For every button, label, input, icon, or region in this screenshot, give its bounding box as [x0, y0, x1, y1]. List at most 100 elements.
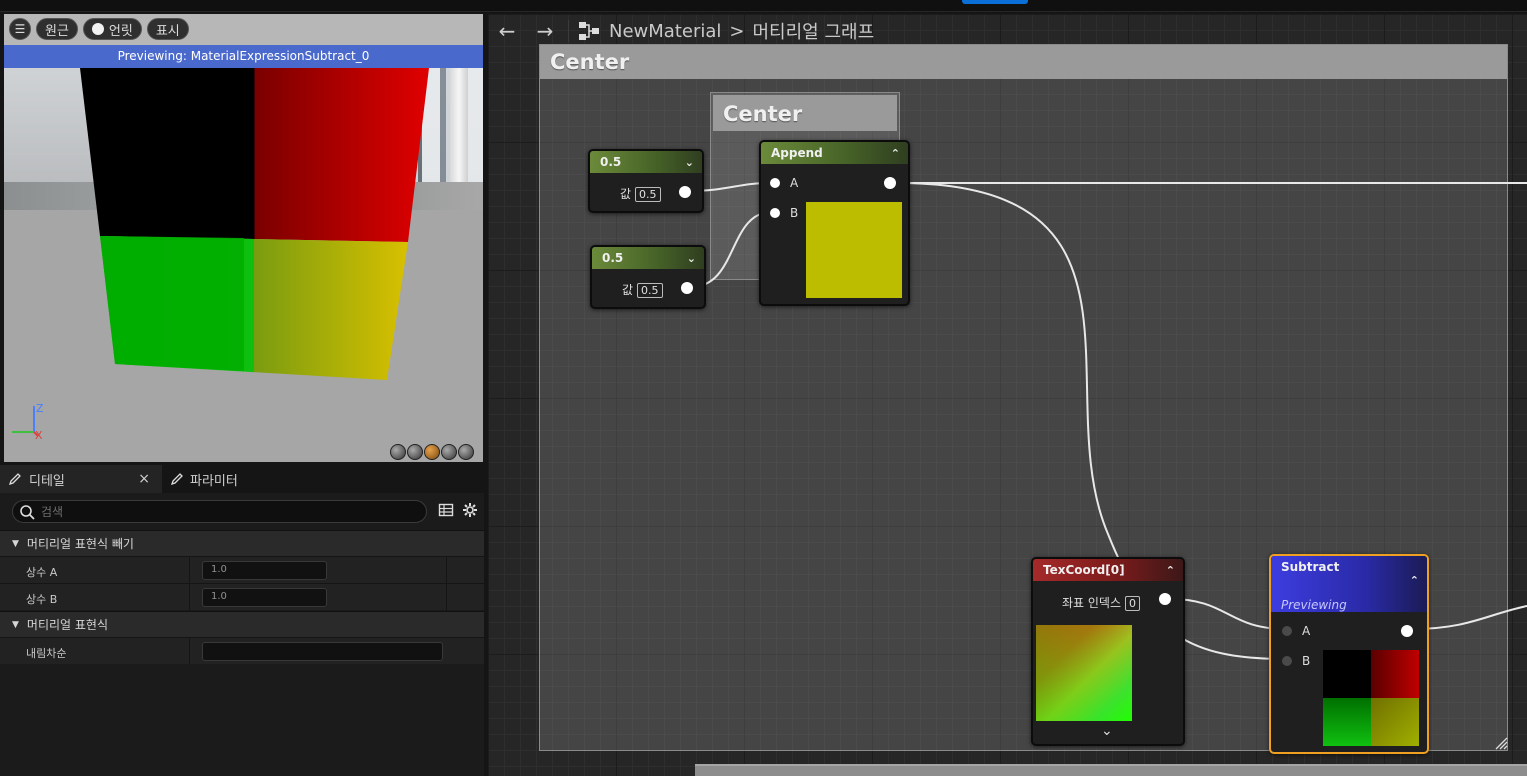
breadcrumb-separator: > — [729, 20, 745, 42]
coordinate-index-label: 좌표 인덱스 — [1062, 596, 1122, 610]
gear-icon[interactable] — [462, 502, 478, 518]
breadcrumb: NewMaterial > 머티리얼 그래프 — [577, 18, 874, 44]
viewport-toolbar: ☰ 원근 언릿 표시 — [4, 14, 483, 44]
append-preview-swatch — [806, 202, 902, 298]
node-title: TexCoord[0] — [1043, 563, 1125, 577]
tab-parameters-label: 파라미터 — [190, 473, 238, 489]
material-graph[interactable]: ← → NewMaterial > 머티리얼 그래프 Center Center — [488, 14, 1527, 776]
constant-node-1[interactable]: 0.5 ⌄ 값 0.5 — [588, 149, 704, 213]
top-toolbar-strip — [0, 0, 1527, 12]
show-label: 표시 — [155, 23, 180, 39]
tab-parameters[interactable]: 파라미터 — [162, 465, 250, 493]
pin-a-label: A — [1302, 624, 1311, 638]
plane-preview-icon[interactable] — [424, 444, 440, 460]
sphere-preview-icon[interactable] — [407, 444, 423, 460]
back-arrow-icon[interactable]: ← — [488, 19, 526, 43]
search-row-icons — [438, 502, 478, 518]
const-a-input[interactable]: 1.0 — [202, 561, 327, 580]
property-label: 상수 B — [26, 593, 58, 606]
chevron-up-icon[interactable]: ⌃ — [1410, 574, 1419, 587]
node-subtitle: Previewing — [1281, 598, 1347, 612]
chevron-down-icon[interactable]: ⌄ — [687, 252, 696, 265]
lit-mode-button[interactable]: 언릿 — [82, 18, 142, 40]
append-node[interactable]: Append ⌃ A B — [759, 140, 910, 306]
desc-input[interactable] — [202, 642, 443, 661]
resize-handle-icon[interactable] — [1494, 736, 1508, 750]
breadcrumb-asset[interactable]: NewMaterial — [609, 21, 721, 42]
chevron-up-icon[interactable]: ⌃ — [1166, 564, 1175, 577]
input-pin-b[interactable] — [770, 208, 780, 218]
output-pin[interactable] — [1401, 625, 1413, 637]
node-header: 0.5 ⌄ — [592, 247, 704, 269]
category-subtract[interactable]: ▼ 머티리얼 표현식 빼기 — [0, 530, 484, 556]
close-icon[interactable]: × — [138, 471, 150, 487]
cube-preview-icon[interactable] — [441, 444, 457, 460]
property-label: 내림차순 — [26, 647, 67, 660]
texcoord-node[interactable]: TexCoord[0] ⌃ 좌표 인덱스 0 ⌄ — [1031, 557, 1185, 746]
cube-green-quadrant — [100, 236, 244, 371]
cylinder-preview-icon[interactable] — [390, 444, 406, 460]
preview-viewport[interactable]: ☰ 원근 언릿 표시 Previewing: MaterialExpressio… — [4, 14, 483, 462]
output-pin[interactable] — [679, 186, 691, 198]
wire-subtract-out — [1412, 605, 1527, 630]
hamburger-icon: ☰ — [14, 22, 26, 36]
property-separator — [446, 584, 447, 611]
details-search-row: 검색 — [0, 498, 484, 526]
input-pin-a[interactable] — [1282, 626, 1292, 636]
value-box[interactable]: 0.5 — [637, 283, 663, 298]
search-input[interactable]: 검색 — [12, 500, 427, 523]
input-pin-a[interactable] — [770, 178, 780, 188]
viewport-menu-button[interactable]: ☰ — [9, 18, 31, 40]
node-title: Append — [771, 146, 823, 160]
property-row-const-b: 상수 B 1.0 — [0, 583, 484, 611]
pencil-icon — [170, 473, 183, 486]
constant-node-2[interactable]: 0.5 ⌄ 값 0.5 — [590, 245, 706, 309]
toolbar-separator — [568, 20, 569, 42]
graph-toolbar: ← → NewMaterial > 머티리얼 그래프 — [488, 14, 1527, 48]
axis-z-label: Z — [36, 402, 44, 415]
node-header: 0.5 ⌄ — [590, 151, 702, 173]
details-panel: 디테일 × 파라미터 검색 ▼ 머티리얼 표현식 빼기 상수 A 1.0 상수 … — [0, 465, 484, 776]
save-button[interactable] — [962, 0, 1028, 4]
category-expression[interactable]: ▼ 머티리얼 표현식 — [0, 611, 484, 637]
chevron-down-icon[interactable]: ⌄ — [685, 156, 694, 169]
preview-cube: Z X — [12, 68, 429, 442]
texcoord-preview-swatch — [1036, 625, 1132, 721]
input-pin-b[interactable] — [1282, 656, 1292, 666]
custom-mesh-preview-icon[interactable] — [458, 444, 474, 460]
property-label: 상수 A — [26, 566, 58, 579]
pencil-icon — [8, 473, 21, 486]
perspective-button[interactable]: 원근 — [36, 18, 78, 40]
property-separator — [446, 557, 447, 584]
chevron-up-icon[interactable]: ⌃ — [891, 147, 900, 160]
output-pin[interactable] — [1159, 593, 1171, 605]
node-value-row: 값 0.5 — [620, 185, 661, 202]
output-pin[interactable] — [884, 177, 896, 189]
coordinate-index-box[interactable]: 0 — [1125, 596, 1141, 611]
show-button[interactable]: 표시 — [146, 18, 189, 40]
category-subtract-label: 머티리얼 표현식 빼기 — [26, 537, 134, 551]
coordinate-index-row: 좌표 인덱스 0 — [1062, 594, 1141, 611]
axis-x-label: X — [35, 429, 43, 442]
subtract-node[interactable]: Subtract Previewing ⌃ A B — [1269, 554, 1429, 754]
pin-b-label: B — [790, 206, 799, 220]
breadcrumb-graph[interactable]: 머티리얼 그래프 — [752, 18, 874, 44]
preview-banner: Previewing: MaterialExpressionSubtract_0 — [4, 45, 483, 68]
chevron-down-icon: ▼ — [12, 538, 19, 549]
comment-box-lower[interactable] — [695, 764, 1527, 776]
const-b-input[interactable]: 1.0 — [202, 588, 327, 607]
graph-icon — [579, 22, 599, 40]
preview-shape-buttons — [390, 444, 474, 460]
forward-arrow-icon[interactable]: → — [526, 19, 564, 43]
material-editor: ☰ 원근 언릿 표시 Previewing: MaterialExpressio… — [0, 0, 1527, 776]
table-view-icon[interactable] — [438, 502, 454, 518]
value-box[interactable]: 0.5 — [635, 187, 661, 202]
output-pin[interactable] — [681, 282, 693, 294]
value-label: 값 — [620, 187, 632, 201]
value-label: 값 — [622, 283, 634, 297]
cube-top-half — [80, 68, 429, 242]
pin-b-label: B — [1302, 654, 1311, 668]
chevron-down-icon[interactable]: ⌄ — [1101, 723, 1113, 739]
tab-details[interactable]: 디테일 × — [0, 465, 162, 493]
node-title: Subtract — [1281, 560, 1340, 574]
